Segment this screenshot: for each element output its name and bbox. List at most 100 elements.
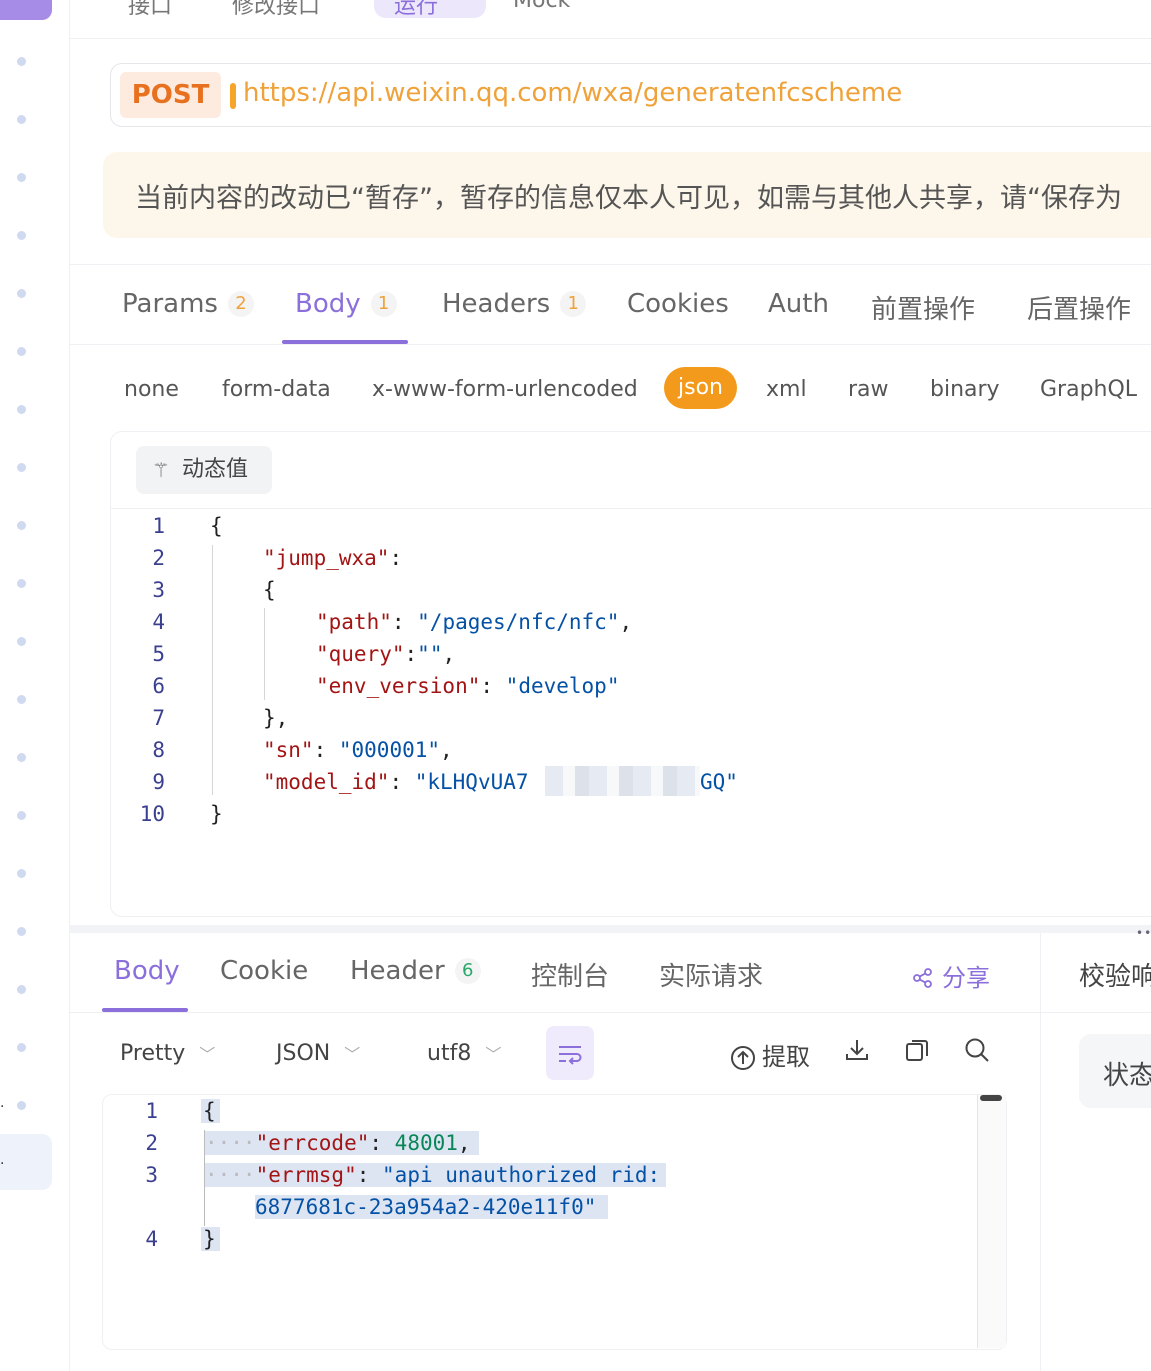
json-key: "query" [316, 642, 405, 666]
tab-auth[interactable]: Auth [768, 289, 829, 319]
rail-mark: . [0, 1152, 5, 1168]
body-type-graphql[interactable]: GraphQL [1040, 377, 1137, 402]
rail-nav-dot[interactable] [17, 811, 26, 820]
body-type-form-data[interactable]: form-data [222, 377, 331, 402]
code-line: 6877681c-23a954a2-420e11f0" [255, 1195, 609, 1219]
response-tab-console[interactable]: 控制台 [531, 956, 609, 993]
body-type-json[interactable]: json [664, 367, 737, 409]
rail-nav-dot[interactable] [17, 753, 26, 762]
count-badge: 1 [560, 291, 587, 317]
body-type-raw[interactable]: raw [848, 377, 889, 402]
line-number: 5 [152, 642, 165, 666]
top-tab-run[interactable]: 运行 [394, 0, 438, 20]
rail-nav-dot[interactable] [17, 637, 26, 646]
url-input[interactable]: https://api.weixin.qq.com/wxa/generatenf… [243, 78, 902, 108]
search-button[interactable] [964, 1037, 990, 1069]
rail-nav-dot[interactable] [17, 927, 26, 936]
top-tab-edit-api[interactable]: 修改接口 [232, 0, 320, 20]
rail-nav-dot[interactable] [17, 1101, 26, 1110]
line-number: 1 [145, 1099, 158, 1123]
line-number: 4 [145, 1227, 158, 1251]
rail-nav-dot[interactable] [17, 173, 26, 182]
extract-button[interactable]: 提取 [730, 1037, 810, 1072]
whitespace-marker: ···· [205, 1163, 256, 1187]
tab-body[interactable]: Body 1 [295, 289, 397, 319]
share-button[interactable]: 分享 [912, 958, 990, 993]
json-value: "" [417, 642, 443, 666]
word-wrap-button[interactable] [546, 1026, 594, 1080]
top-tab-mock[interactable]: Mock [513, 0, 570, 13]
json-value: "000001" [338, 738, 441, 762]
json-punct: : [313, 738, 339, 762]
top-tab-api[interactable]: 接口 [128, 0, 172, 20]
rail-nav-dot[interactable] [17, 463, 26, 472]
rail-nav-dot[interactable] [17, 985, 26, 994]
rail-nav-dot[interactable] [17, 289, 26, 298]
json-punct: : [389, 770, 415, 794]
tab-cookies[interactable]: Cookies [627, 289, 729, 319]
json-punct: , [442, 642, 456, 666]
response-tab-cookie[interactable]: Cookie [220, 956, 308, 986]
body-type-urlencoded[interactable]: x-www-form-urlencoded [372, 377, 638, 402]
json-value: GQ" [700, 770, 738, 794]
scrollbar[interactable] [977, 1095, 1006, 1348]
code-line: "model_id": "kLHQvUA7 [263, 770, 529, 794]
tab-post-ops[interactable]: 后置操作 [1027, 289, 1131, 326]
body-type-xml[interactable]: xml [766, 377, 807, 402]
chevron-down-icon: ﹀ [199, 1045, 216, 1064]
json-key: "errmsg" [255, 1163, 357, 1187]
rail-active-top[interactable] [0, 0, 52, 20]
type-select[interactable]: JSON ﹀ [276, 1041, 360, 1066]
request-body-editor[interactable] [110, 431, 1151, 917]
rail-nav-dot[interactable] [17, 695, 26, 704]
text-caret [230, 83, 236, 109]
copy-button[interactable] [904, 1037, 930, 1069]
line-number: 6 [152, 674, 165, 698]
rail-nav-dot[interactable] [17, 579, 26, 588]
rail-nav-dot[interactable] [17, 405, 26, 414]
rail-nav-dot[interactable] [17, 1043, 26, 1052]
rail-nav-dot[interactable] [17, 57, 26, 66]
encoding-select[interactable]: utf8 ﹀ [427, 1041, 501, 1066]
json-punct: : [389, 546, 403, 570]
tab-label: Header [350, 956, 445, 986]
json-punct: : [480, 674, 506, 698]
response-tab-body[interactable]: Body [114, 956, 180, 986]
count-badge: 2 [227, 291, 254, 317]
json-value: "/pages/nfc/nfc" [417, 610, 620, 634]
rail-active-item[interactable] [0, 1134, 52, 1190]
download-button[interactable] [844, 1037, 870, 1069]
response-tab-header[interactable]: Header 6 [350, 956, 481, 986]
json-punct: , [457, 1131, 471, 1155]
type-value: JSON [276, 1041, 331, 1066]
tab-params[interactable]: Params 2 [122, 289, 254, 319]
rail-nav-dot[interactable] [17, 231, 26, 240]
json-key: "jump_wxa" [263, 546, 390, 570]
tab-headers[interactable]: Headers 1 [442, 289, 587, 319]
format-select[interactable]: Pretty ﹀ [120, 1041, 215, 1066]
line-number: 10 [139, 802, 165, 826]
code-line: "jump_wxa": [263, 546, 402, 570]
search-icon [965, 1038, 989, 1062]
http-method-select[interactable]: POST [120, 72, 221, 118]
magic-wand-icon: ⚚ [152, 458, 170, 482]
pane-resize-handle[interactable] [69, 925, 1151, 933]
line-number: 1 [152, 514, 165, 538]
rail-nav-dot[interactable] [17, 347, 26, 356]
rail-nav-dot[interactable] [17, 869, 26, 878]
rail-nav-dot[interactable] [17, 115, 26, 124]
code-line: }, [263, 706, 289, 730]
json-punct: : [369, 1131, 395, 1155]
dynamic-value-button[interactable]: ⚚ 动态值 [136, 446, 272, 494]
verify-response-tab[interactable]: 校验响 [1079, 956, 1151, 993]
rail-nav-dot[interactable] [17, 521, 26, 530]
share-label: 分享 [942, 964, 990, 992]
scrollbar-thumb[interactable] [980, 1095, 1002, 1101]
divider [69, 344, 1151, 345]
response-tab-actual-request[interactable]: 实际请求 [659, 956, 763, 993]
json-value: "api unauthorized rid: [382, 1163, 661, 1187]
body-type-none[interactable]: none [124, 377, 179, 402]
tab-pre-ops[interactable]: 前置操作 [871, 289, 975, 326]
json-punct: : [404, 642, 418, 666]
body-type-binary[interactable]: binary [930, 377, 1000, 402]
